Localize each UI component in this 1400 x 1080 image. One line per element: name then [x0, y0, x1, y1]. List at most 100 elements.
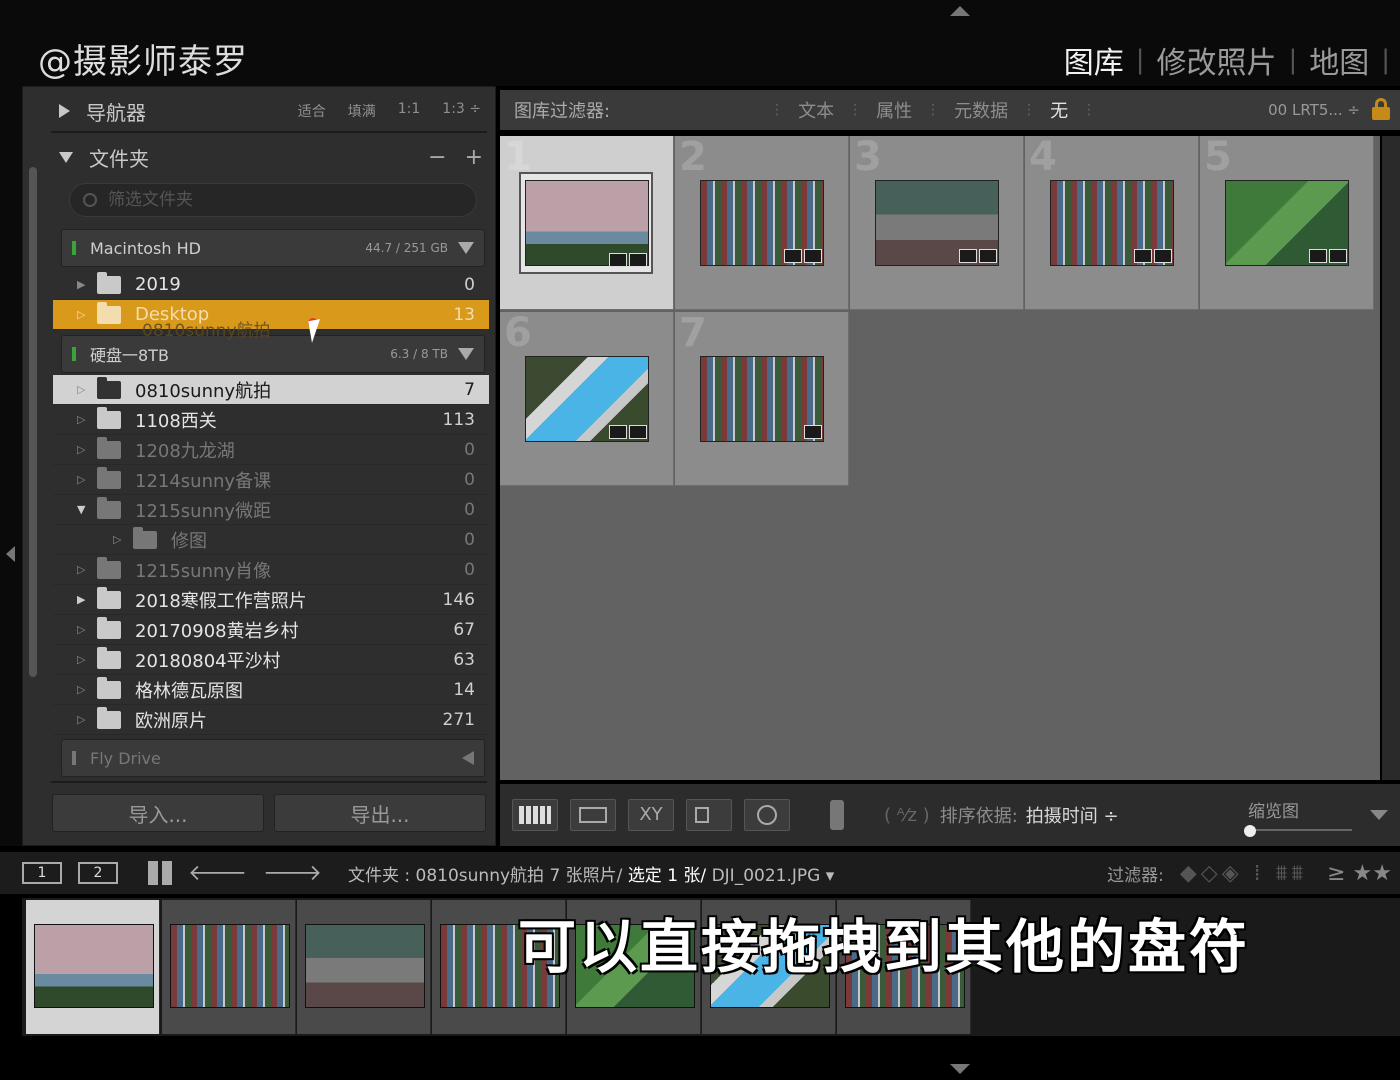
back-arrow-icon[interactable]: 🡐 [188, 860, 247, 886]
expand-arrow-icon[interactable]: ▷ [77, 308, 97, 321]
search-icon [83, 193, 97, 207]
expand-arrow-icon[interactable]: ▷ [77, 683, 97, 696]
grid-cell[interactable]: 6 [500, 310, 674, 486]
grid-cell[interactable]: 7 [675, 310, 849, 486]
volume-capacity: 6.3 / 8 TB [390, 347, 448, 361]
filter-preset-select[interactable]: 00 LRT5... ÷ [1268, 101, 1360, 119]
grid-icon[interactable] [148, 861, 172, 885]
filter-text[interactable]: 文本 [798, 97, 834, 123]
rating-filter[interactable]: ≥ ★★ [1327, 861, 1392, 886]
expand-arrow-icon[interactable]: ▷ [77, 443, 97, 456]
folder-name: 0810sunny航拍 [135, 380, 272, 402]
compare-view-button[interactable]: XY [628, 799, 674, 831]
left-panel-scrollbar[interactable] [29, 167, 37, 677]
filmstrip-cell[interactable] [162, 900, 296, 1034]
folder-row-desktop-drop-target[interactable]: ▷ Desktop 13 [53, 300, 489, 330]
volume-collapsed-icon[interactable] [462, 751, 474, 765]
folder-row-1208[interactable]: ▷ 1208九龙湖 0 [53, 435, 489, 465]
separator: ⋮ [848, 102, 863, 118]
expand-arrow-icon[interactable]: ▷ [77, 383, 97, 396]
filter-metadata[interactable]: 元数据 [954, 97, 1008, 123]
grid-cell[interactable]: 4 [1025, 134, 1199, 310]
thumbnail-size-track[interactable] [1248, 829, 1352, 831]
remove-folder-button[interactable]: − [428, 145, 446, 170]
filter-none[interactable]: 无 [1050, 97, 1068, 123]
add-folder-button[interactable]: + [465, 145, 483, 170]
zoom-1-1[interactable]: 1:1 [398, 101, 421, 121]
grid-view-button[interactable] [512, 799, 558, 831]
filmstrip-thumbnail[interactable] [34, 924, 154, 1008]
zoom-fill[interactable]: 填满 [348, 101, 376, 121]
second-window-button[interactable]: 2 [78, 862, 118, 884]
collapse-bottom-panel-icon[interactable] [950, 1064, 970, 1074]
grid-cell[interactable]: 3 [850, 134, 1024, 310]
toolbar-menu-icon[interactable] [1370, 810, 1388, 820]
folder-search-input[interactable]: 筛选文件夹 [69, 183, 477, 217]
module-develop[interactable]: 修改照片 [1144, 38, 1288, 82]
forward-arrow-icon[interactable]: 🡒 [263, 860, 322, 886]
folder-row-20180804[interactable]: ▷ 20180804平沙村 63 [53, 645, 489, 675]
volume-hdd-8tb[interactable]: 硬盘一8TB 6.3 / 8 TB [61, 335, 485, 373]
sort-select[interactable]: 拍摄时间 ÷ [1026, 802, 1119, 828]
collapse-left-panel-icon[interactable] [6, 546, 15, 562]
module-map[interactable]: 地图 [1297, 38, 1381, 82]
survey-view-button[interactable] [686, 799, 732, 831]
folder-row-2019[interactable]: ▶ 2019 0 [53, 270, 489, 300]
grid-cell[interactable]: 2 [675, 134, 849, 310]
lock-icon[interactable] [1372, 98, 1390, 120]
filmstrip-cell[interactable] [26, 900, 160, 1034]
zoom-fit[interactable]: 适合 [298, 101, 326, 121]
volume-expand-icon[interactable] [458, 348, 474, 360]
source-path[interactable]: 文件夹 : 0810sunny航拍 7 张照片/ 选定 1 张/ DJI_002… [348, 861, 834, 886]
module-library[interactable]: 图库 [1052, 38, 1136, 82]
volume-macintosh-hd[interactable]: Macintosh HD 44.7 / 251 GB [61, 229, 485, 267]
expand-arrow-icon[interactable]: ▷ [77, 623, 97, 636]
export-button[interactable]: 导出... [274, 794, 486, 832]
thumbnail-badges [1309, 249, 1347, 263]
folder-row-europe[interactable]: ▷ 欧洲原片 271 [53, 705, 489, 735]
collapse-top-panel-icon[interactable] [950, 6, 970, 16]
folder-row-1214[interactable]: ▷ 1214sunny备课 0 [53, 465, 489, 495]
expand-arrow-icon[interactable]: ▷ [113, 533, 133, 546]
folders-title: 文件夹 [89, 146, 149, 171]
painter-spray-icon[interactable] [830, 800, 844, 830]
expand-arrow-icon[interactable]: ▷ [77, 653, 97, 666]
filmstrip-thumbnail[interactable] [170, 924, 290, 1008]
folder-icon [97, 676, 121, 699]
grid-cell[interactable]: 5 [1200, 134, 1374, 310]
volume-fly-drive[interactable]: Fly Drive [61, 739, 485, 777]
filmstrip-thumbnail[interactable] [305, 924, 425, 1008]
expand-arrow-icon[interactable]: ▷ [77, 473, 97, 486]
folder-row-1215-macro[interactable]: ▼ 1215sunny微距 0 [53, 495, 489, 525]
cell-index: 3 [854, 134, 882, 180]
expand-arrow-icon[interactable]: ▷ [77, 713, 97, 726]
thumbnail-size-slider[interactable] [1244, 825, 1256, 837]
import-button[interactable]: 导入... [52, 794, 264, 832]
folder-row-grindelwald[interactable]: ▷ 格林德瓦原图 14 [53, 675, 489, 705]
folder-row-1108[interactable]: ▷ 1108西关 113 [53, 405, 489, 435]
sort-direction-icon[interactable]: ( ᴬ⁄z ) [884, 805, 930, 826]
folder-row-20170908[interactable]: ▷ 20170908黄岩乡村 67 [53, 615, 489, 645]
navigator-header[interactable]: 导航器 适合 填满 1:1 1:3 ÷ [49, 91, 489, 131]
expand-arrow-icon[interactable]: ▷ [77, 563, 97, 576]
filmstrip-cell[interactable] [297, 900, 431, 1034]
expand-arrow-icon[interactable]: ▷ [77, 413, 97, 426]
folder-row-1215-portrait[interactable]: ▷ 1215sunny肖像 0 [53, 555, 489, 585]
folder-count: 67 [453, 619, 475, 640]
main-window-button[interactable]: 1 [22, 862, 62, 884]
grid-scrollbar[interactable] [1382, 136, 1400, 780]
folder-row-0810sunny[interactable]: ▷ 0810sunny航拍 7 [53, 375, 489, 405]
flag-filter-icons[interactable]: ◆◇◈ ⁞ ⩩⩩ [1180, 861, 1307, 886]
filter-attribute[interactable]: 属性 [876, 97, 912, 123]
collapse-arrow-icon[interactable]: ▼ [77, 503, 97, 516]
grid-cell[interactable]: 1 [500, 134, 674, 310]
zoom-1-3[interactable]: 1:3 ÷ [442, 101, 481, 121]
volume-expand-icon[interactable] [458, 242, 474, 254]
expand-arrow-icon[interactable]: ▶ [77, 278, 97, 291]
loupe-view-button[interactable] [570, 799, 616, 831]
expand-arrow-icon[interactable]: ▶ [77, 593, 97, 606]
folders-header[interactable]: 文件夹 − + [49, 137, 489, 177]
people-view-button[interactable] [744, 799, 790, 831]
folder-row-retouch[interactable]: ▷ 修图 0 [53, 525, 489, 555]
folder-row-2018-winter[interactable]: ▶ 2018寒假工作营照片 146 [53, 585, 489, 615]
